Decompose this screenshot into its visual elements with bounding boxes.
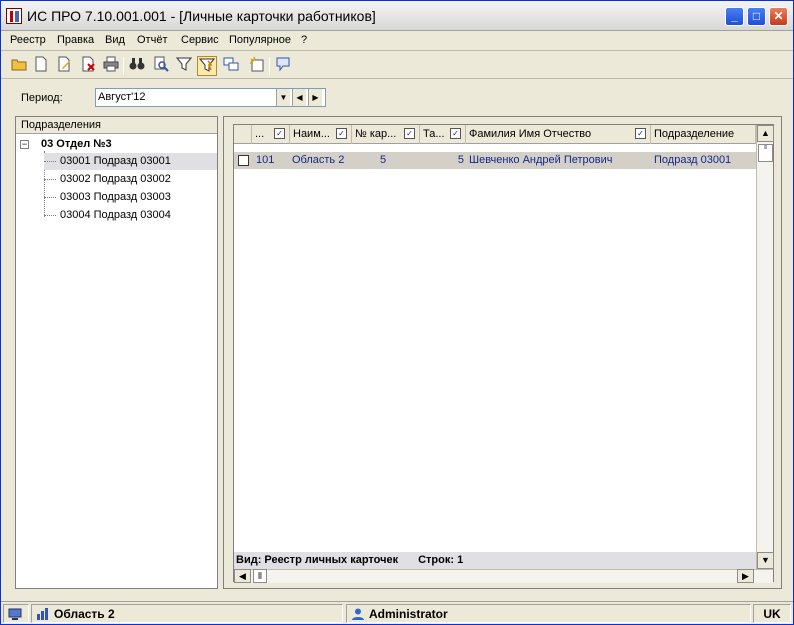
window-title: ИС ПРО 7.10.001.001 - [Личные карточки р… <box>27 8 376 24</box>
search-preview-icon[interactable] <box>151 56 171 76</box>
tree-item-03002[interactable]: 03002 Подразд 03002 <box>44 171 217 188</box>
scroll-thumb[interactable]: ≡ <box>758 144 773 162</box>
grid-panel: ... ✓ Наим... ✓ № кар... ✓ Та... ✓ Фамилия И… <box>223 116 782 589</box>
status-language: UK <box>753 604 791 623</box>
column-full-name[interactable]: Фамилия Имя Отчество ✓ <box>466 125 651 144</box>
title-bar[interactable]: ИС ПРО 7.10.001.001 - [Личные карточки р… <box>1 1 793 31</box>
minimize-button[interactable]: _ <box>725 7 744 26</box>
app-logo-icon <box>6 8 22 24</box>
employee-grid: ... ✓ Наим... ✓ № кар... ✓ Та... ✓ Фамилия И… <box>233 124 774 583</box>
message-icon[interactable] <box>273 56 293 76</box>
organization-icon <box>37 608 48 620</box>
period-label: Период: <box>21 92 63 104</box>
tree-item-03001[interactable]: 03001 Подразд 03001 <box>44 153 217 170</box>
user-icon <box>352 608 364 620</box>
menu-service[interactable]: Сервис <box>181 34 219 46</box>
menu-report[interactable]: Отчёт <box>137 34 167 46</box>
menu-view[interactable]: Вид <box>105 34 125 46</box>
binoculars-icon[interactable] <box>127 56 147 76</box>
vertical-scrollbar[interactable]: ▲ ≡ ▼ <box>756 125 774 569</box>
scroll-up-button[interactable]: ▲ <box>757 125 774 142</box>
status-bar: Область 2 Administrator UK <box>1 601 793 624</box>
collapse-icon[interactable]: − <box>20 140 29 149</box>
period-select[interactable]: Август'12 ▼ ◀ ▶ <box>95 88 326 107</box>
filter-icon[interactable]: ✓ <box>336 128 347 139</box>
column-card-number[interactable]: № кар... ✓ <box>352 125 420 144</box>
filter-icon[interactable]: ✓ <box>450 128 461 139</box>
menu-help[interactable]: ? <box>301 34 307 46</box>
division-tree: Подразделения − 03 Отдел №3 03001 Подразд… <box>15 116 218 589</box>
close-button[interactable]: ✕ <box>769 7 788 26</box>
filter-icon[interactable]: ✓ <box>274 128 285 139</box>
new-document-icon[interactable] <box>31 56 51 76</box>
new-item-icon[interactable] <box>247 56 267 76</box>
horizontal-scrollbar[interactable]: ◀ ⦀ ▶ <box>234 569 773 583</box>
status-computer-icon <box>3 604 29 623</box>
quick-filter-icon[interactable] <box>197 56 217 76</box>
tree-item-03003[interactable]: 03003 Подразд 03003 <box>44 189 217 206</box>
filter-icon[interactable]: ✓ <box>635 128 646 139</box>
main-window: ИС ПРО 7.10.001.001 - [Личные карточки р… <box>0 0 794 625</box>
tree-item-03004[interactable]: 03004 Подразд 03004 <box>44 207 217 224</box>
menu-edit[interactable]: Правка <box>57 34 94 46</box>
prev-period-button[interactable]: ◀ <box>292 89 306 106</box>
hscroll-thumb[interactable]: ⦀ <box>253 569 267 583</box>
menu-bar: Реестр Правка Вид Отчёт Сервис Популярно… <box>1 31 793 51</box>
row-checkbox[interactable] <box>238 155 249 166</box>
grid-footer: Вид: Реестр личных карточек Строк: 1 <box>234 552 756 569</box>
maximize-button[interactable]: □ <box>747 7 766 26</box>
tree-root[interactable]: − 03 Отдел №3 <box>20 138 112 150</box>
menu-popular[interactable]: Популярное <box>229 34 291 46</box>
cell-card-number: 5 <box>380 154 387 166</box>
column-code[interactable]: ... ✓ <box>252 125 290 144</box>
scroll-left-button[interactable]: ◀ <box>234 569 251 583</box>
open-folder-icon[interactable] <box>9 56 29 76</box>
toolbar <box>1 53 793 79</box>
toolbar-separator <box>123 57 124 75</box>
grid-header: ... ✓ Наим... ✓ № кар... ✓ Та... ✓ Фамилия И… <box>234 125 756 144</box>
filter-icon[interactable] <box>174 56 194 76</box>
cell-tab-number: 5 <box>457 154 464 166</box>
chevron-down-icon[interactable]: ▼ <box>276 89 290 106</box>
tree-root-label: 03 Отдел №3 <box>41 138 112 150</box>
status-user: Administrator <box>346 604 751 623</box>
filter-icon[interactable]: ✓ <box>404 128 415 139</box>
column-division[interactable]: Подразделение <box>651 125 756 144</box>
cell-full-name: Шевченко Андрей Петрович <box>469 154 613 166</box>
column-select <box>234 125 252 144</box>
status-organization: Область 2 <box>31 604 343 623</box>
period-value: Август'12 <box>98 91 146 103</box>
menu-registry[interactable]: Реестр <box>10 34 46 46</box>
cell-name: Область 2 <box>292 154 345 166</box>
toolbar-separator <box>269 57 270 75</box>
column-tab-number[interactable]: Та... ✓ <box>420 125 466 144</box>
footer-row-count: Строк: 1 <box>418 554 464 566</box>
table-row[interactable]: 101 Область 2 5 5 Шевченко Андрей Петров… <box>234 152 756 169</box>
scroll-right-button[interactable]: ▶ <box>737 569 754 583</box>
footer-view: Вид: Реестр личных карточек <box>236 554 399 566</box>
column-name[interactable]: Наим... ✓ <box>290 125 352 144</box>
cell-division: Подразд 03001 <box>654 154 732 166</box>
tree-header: Подразделения <box>16 117 217 134</box>
grid-view-icon[interactable] <box>221 56 241 76</box>
delete-document-icon[interactable] <box>78 56 98 76</box>
print-icon[interactable] <box>101 56 121 76</box>
cell-code: 101 <box>256 154 275 166</box>
scroll-down-button[interactable]: ▼ <box>757 552 774 569</box>
next-period-button[interactable]: ▶ <box>308 89 322 106</box>
edit-document-icon[interactable] <box>54 56 74 76</box>
